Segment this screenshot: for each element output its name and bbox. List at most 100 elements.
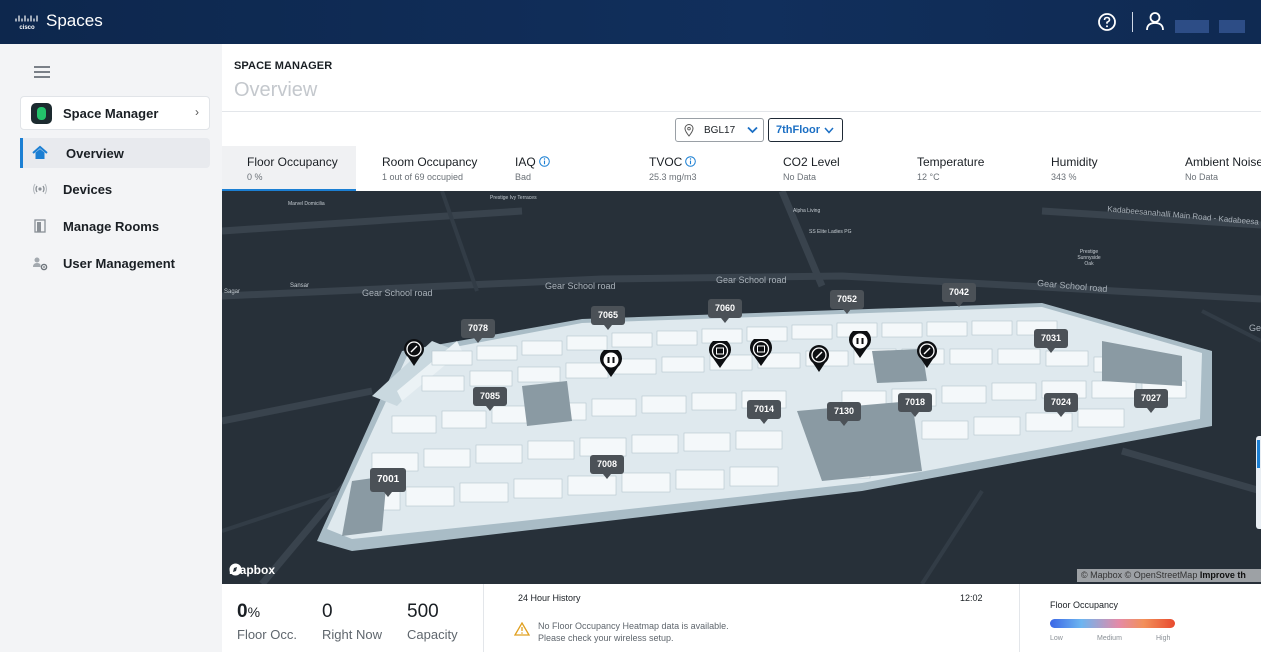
room-marker[interactable]: 7027	[1134, 389, 1169, 413]
metric-label: Ambient Noise	[1185, 155, 1261, 169]
tab-temperature[interactable]: Temperature 12 °C	[917, 146, 1017, 191]
room-marker[interactable]: 7130	[827, 402, 862, 426]
user-name-redacted[interactable]	[1175, 20, 1209, 33]
device-pin-icon[interactable]	[750, 339, 772, 367]
metric-label: Floor Occupancy	[247, 155, 338, 169]
building-select[interactable]: BGL17	[675, 118, 764, 142]
metric-label: CO2 Level	[783, 155, 840, 169]
room-marker[interactable]: 7024	[1044, 393, 1079, 417]
right-now-label: Right Now	[322, 627, 382, 642]
map-place-label: Sagar	[224, 289, 241, 295]
summary-divider	[483, 584, 484, 652]
home-icon	[32, 145, 48, 159]
floor-select-value: 7thFloor	[776, 124, 820, 136]
tool-pin-icon[interactable]	[916, 341, 938, 369]
tab-iaq[interactable]: IAQ Bad	[515, 146, 615, 191]
room-marker[interactable]: 7001	[370, 468, 407, 497]
floor-map[interactable]: Marvel Domicilia Prestige Ivy Terraces A…	[222, 191, 1261, 584]
map-canvas	[222, 191, 1261, 584]
map-place-label: Sansar	[290, 283, 310, 289]
warning-icon	[514, 622, 530, 636]
info-icon[interactable]	[538, 156, 550, 167]
metric-value: 0 %	[247, 172, 263, 182]
page-section-label: SPACE MANAGER	[234, 60, 333, 72]
room-marker[interactable]: 7085	[473, 387, 508, 411]
metric-value: 1 out of 69 occupied	[382, 172, 464, 182]
info-icon[interactable]	[685, 156, 697, 167]
history-title: 24 Hour History	[518, 593, 581, 603]
app-title: Spaces	[46, 11, 103, 30]
floor-select[interactable]: 7thFloor	[768, 118, 843, 142]
sidebar-item-overview[interactable]: Overview	[20, 138, 210, 168]
sidebar-item-devices[interactable]: Devices	[20, 174, 210, 204]
app-switcher-label: Space Manager	[63, 106, 159, 121]
metric-label: TVOC	[649, 155, 697, 169]
restroom-pin-icon[interactable]	[849, 331, 871, 359]
tab-room-occupancy[interactable]: Room Occupancy 1 out of 69 occupied	[382, 146, 502, 191]
map-road-label: Ge	[1249, 323, 1261, 333]
metric-value: Bad	[515, 172, 532, 182]
legend-medium-label: Medium	[1097, 635, 1122, 642]
room-marker[interactable]: 7031	[1034, 329, 1069, 353]
metric-value: No Data	[783, 172, 817, 182]
tab-ambient-noise[interactable]: Ambient Noise No Data	[1185, 146, 1261, 191]
map-place-label: Prestige Ivy Terraces	[490, 195, 537, 201]
improve-map-link[interactable]: Improve th	[1200, 570, 1246, 580]
tab-co2-level[interactable]: CO2 Level No Data	[783, 146, 883, 191]
sidebar-item-user-management[interactable]: User Management	[20, 248, 210, 278]
metric-tabs: Floor Occupancy 0 % Room Occupancy 1 out…	[222, 146, 1261, 191]
user-org-redacted[interactable]	[1219, 20, 1245, 33]
room-marker[interactable]: 7065	[591, 306, 626, 330]
metric-value: No Data	[1185, 172, 1219, 182]
header-divider	[222, 111, 1261, 112]
restroom-pin-icon[interactable]	[600, 350, 622, 378]
chevron-down-icon	[824, 127, 834, 134]
building-select-value: BGL17	[704, 125, 736, 136]
tab-floor-occupancy[interactable]: Floor Occupancy 0 %	[222, 146, 356, 191]
tab-humidity[interactable]: Humidity 343 %	[1051, 146, 1151, 191]
space-manager-app-icon	[31, 103, 52, 124]
chevron-down-icon	[747, 126, 758, 134]
tab-tvoc[interactable]: TVOC 25.3 mg/m3	[649, 146, 749, 191]
legend-high-label: High	[1156, 635, 1171, 642]
tool-pin-icon[interactable]	[808, 345, 830, 373]
sidebar: Space Manager › Overview Devices Manage …	[0, 44, 222, 652]
device-pin-icon[interactable]	[709, 341, 731, 369]
map-attribution[interactable]: © Mapbox © OpenStreetMap Improve th	[1077, 569, 1261, 582]
room-marker[interactable]: 7014	[747, 400, 782, 424]
room-marker[interactable]: 7078	[461, 319, 496, 343]
room-marker[interactable]: 7060	[708, 299, 743, 323]
help-icon[interactable]	[1097, 12, 1117, 32]
page-title: Overview	[234, 79, 318, 101]
capacity-label: Capacity	[407, 627, 458, 642]
floor-occ-value: 0%	[237, 601, 261, 622]
map-place-label: Marvel Domicilia	[288, 201, 325, 207]
map-side-panel-handle[interactable]	[1256, 436, 1261, 529]
chevron-right-icon: ›	[195, 105, 199, 119]
sidebar-item-label: User Management	[63, 256, 175, 271]
app-switcher[interactable]: Space Manager ›	[20, 96, 210, 130]
map-place-label: SS Elite Ladies PG	[809, 229, 852, 235]
map-place-label: Alpha Living	[793, 208, 821, 214]
right-now-value: 0	[322, 601, 333, 622]
map-place-label: Prestige Sunnyside Oak	[1077, 249, 1101, 267]
wireless-icon	[32, 183, 48, 195]
sidebar-item-manage-rooms[interactable]: Manage Rooms	[20, 211, 210, 241]
room-marker[interactable]: 7042	[942, 283, 977, 307]
user-icon[interactable]	[1145, 11, 1165, 31]
menu-icon[interactable]	[34, 66, 50, 78]
tool-pin-icon[interactable]	[403, 339, 425, 367]
room-marker[interactable]: 7018	[898, 393, 933, 417]
cisco-logo: cisco	[15, 15, 38, 31]
legend-low-label: Low	[1050, 635, 1063, 642]
room-marker[interactable]: 7052	[830, 290, 865, 314]
mapbox-logo[interactable]: mapbox	[229, 563, 275, 577]
mapbox-icon	[229, 563, 242, 576]
map-road-label: Gear School road	[545, 281, 616, 291]
metric-value: 25.3 mg/m3	[649, 172, 697, 182]
location-pin-icon	[684, 124, 694, 137]
floor-occ-label: Floor Occ.	[237, 627, 297, 642]
room-marker[interactable]: 7008	[590, 455, 625, 479]
metric-value: 343 %	[1051, 172, 1077, 182]
metric-label: IAQ	[515, 155, 550, 169]
